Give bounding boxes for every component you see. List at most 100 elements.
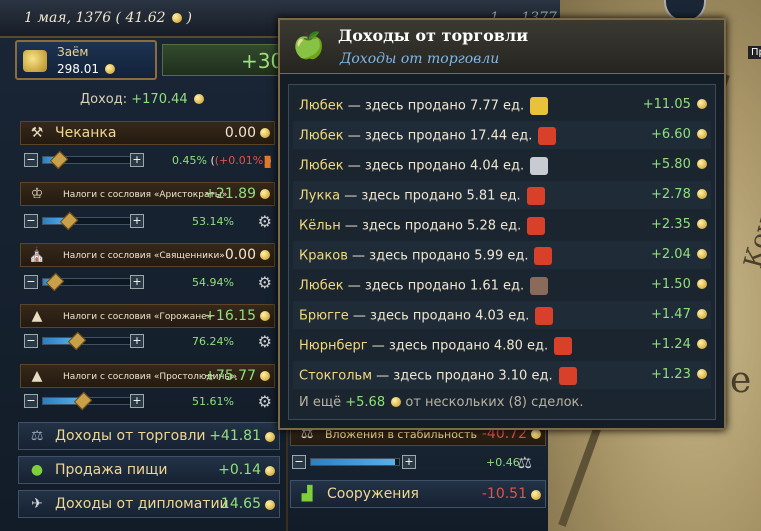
trade-row-text: Стокгольм — здесь продано 3.10 ед. — [299, 367, 577, 385]
loan-box[interactable]: Заём 298.01 — [15, 40, 157, 80]
current-date: 1 мая, 1376 ( 41.62 ) — [24, 10, 192, 26]
trade-sold-text: — здесь продано 1.61 ед. — [343, 278, 525, 294]
increase-button[interactable]: + — [130, 275, 144, 289]
trade-value: +1.23 — [651, 367, 707, 382]
coin-icon — [260, 311, 270, 321]
ring-icon — [534, 247, 553, 265]
tax-burghers-row[interactable]: ▲ Налоги с сословия «Горожане» +16.15 — [20, 304, 275, 328]
decrease-button[interactable]: − — [292, 455, 306, 469]
tax-burghers-pct: 76.24% — [192, 335, 234, 348]
tax-track[interactable] — [42, 211, 142, 231]
tax-aristocrats-slider[interactable]: − + 53.14% ⚙ — [22, 211, 274, 233]
coin-icon — [260, 128, 270, 138]
trade-row: Любек — здесь продано 4.04 ед. +5.80 — [293, 151, 711, 179]
trade-income-row[interactable]: ⚖ Доходы от торговли +41.81 — [18, 422, 280, 450]
coin-icon — [531, 490, 541, 500]
buildings-row[interactable]: ▟ Сооружения -10.51 — [290, 480, 546, 508]
tax-clergy-pct: 54.94% — [192, 276, 234, 289]
expenses-panel: ⚖ Вложения в стабильность -40.72 − + +0.… — [286, 418, 548, 531]
trade-row-text: Брюгге — здесь продано 4.03 ед. — [299, 307, 554, 325]
stability-track[interactable] — [310, 458, 400, 466]
ring-icon — [526, 187, 545, 205]
coin-icon — [697, 189, 707, 199]
slider-knob[interactable] — [73, 391, 93, 411]
gear-icon[interactable]: ⚙ — [258, 212, 272, 231]
tax-peasants-row[interactable]: ▲ Налоги с сословия «Простолюдины» +75.7… — [20, 364, 275, 388]
trade-sold-text: — здесь продано 5.28 ед. — [340, 218, 522, 234]
tooltip-header: 🍏 Доходы от торговли Доходы от торговли — [280, 20, 724, 74]
map-city-label[interactable]: Прага — [748, 46, 761, 59]
slider-knob[interactable] — [67, 331, 87, 351]
trade-city: Стокгольм — [299, 368, 373, 384]
increase-button[interactable]: + — [130, 153, 144, 167]
trade-value: +1.47 — [651, 307, 707, 322]
trade-icon: ⚖ — [30, 428, 44, 444]
trade-sold-text: — здесь продано 5.99 ед. — [347, 248, 529, 264]
diplomacy-label: Доходы от дипломатии — [55, 496, 229, 512]
stability-slider[interactable]: − + +0.46 ⚖ — [290, 452, 542, 474]
tax-clergy-row[interactable]: ⛪ Налоги с сословия «Священники» 0.00 — [20, 243, 275, 267]
tax-track[interactable] — [42, 391, 142, 411]
increase-button[interactable]: + — [130, 214, 144, 228]
silver-icon — [530, 157, 549, 175]
trade-row: Брюгге — здесь продано 4.03 ед. +1.47 — [293, 301, 711, 329]
food-sales-label: Продажа пищи — [55, 462, 168, 478]
scales-icon[interactable]: ⚖ — [518, 453, 532, 472]
trade-income-tooltip: 🍏 Доходы от торговли Доходы от торговли … — [278, 18, 726, 430]
tax-burghers-slider[interactable]: − + 76.24% ⚙ — [22, 331, 274, 353]
trade-row-text: Любек — здесь продано 4.04 ед. — [299, 157, 549, 175]
income-total: Доход: +170.44 — [80, 92, 204, 107]
coin-icon — [697, 309, 707, 319]
diplomacy-row[interactable]: ✈ Доходы от дипломатии 14.65 — [18, 490, 280, 518]
coin-icon — [697, 369, 707, 379]
trade-row: Любек — здесь продано 7.77 ед. +11.05 — [293, 91, 711, 119]
tax-peasants-pct: 51.61% — [192, 395, 234, 408]
decrease-button[interactable]: − — [24, 394, 38, 408]
trade-sold-text: — здесь продано 5.81 ед. — [340, 188, 521, 204]
trade-value: +5.80 — [651, 157, 707, 172]
increase-button[interactable]: + — [130, 334, 144, 348]
increase-button[interactable]: + — [402, 455, 416, 469]
slider-knob[interactable] — [49, 150, 69, 170]
tax-clergy-slider[interactable]: − + 54.94% ⚙ — [22, 272, 274, 294]
buildings-value: -10.51 — [481, 486, 527, 502]
ore-icon — [530, 277, 549, 295]
decrease-button[interactable]: − — [24, 275, 38, 289]
tax-clergy-label: Налоги с сословия «Священники» — [63, 251, 225, 261]
tax-track[interactable] — [42, 272, 142, 292]
trade-row: Любек — здесь продано 17.44 ед. +6.60 — [293, 121, 711, 149]
mint-pct: 0.45% ((+0.01%)) — [172, 154, 272, 167]
slider-knob[interactable] — [59, 211, 79, 231]
decrease-button[interactable]: − — [24, 153, 38, 167]
increase-button[interactable]: + — [130, 394, 144, 408]
trade-city: Кёльн — [299, 218, 341, 234]
coin-icon — [697, 339, 707, 349]
coin-icon — [193, 94, 204, 104]
trade-sold-text: — здесь продано 4.03 ед. — [348, 308, 530, 324]
trade-goods-icon: 🍏 — [292, 31, 326, 61]
trade-row-text: Нюрнберг — здесь продано 4.80 ед. — [299, 337, 573, 355]
coin-icon — [104, 64, 115, 74]
mint-track[interactable] — [42, 150, 142, 170]
trade-city: Любек — [299, 98, 344, 114]
coin-icon — [260, 371, 270, 381]
gear-icon[interactable]: ⚙ — [258, 392, 272, 411]
food-sales-row[interactable]: ● Продажа пищи +0.14 — [18, 456, 280, 484]
trade-income-label: Доходы от торговли — [55, 428, 206, 444]
gear-icon[interactable]: ⚙ — [258, 273, 272, 292]
mint-slider[interactable]: − + 0.45% ((+0.01%)) ▮ — [22, 150, 274, 172]
tax-burghers-label: Налоги с сословия «Горожане» — [63, 312, 213, 322]
mint-row[interactable]: ⚒ Чеканка 0.00 — [20, 121, 275, 145]
mint-value: 0.00 — [224, 125, 256, 141]
tax-aristocrats-row[interactable]: ♔ Налоги с сословия «Аристократы» +21.89 — [20, 182, 275, 206]
slider-knob[interactable] — [45, 272, 65, 292]
trade-value: +6.60 — [651, 127, 707, 142]
tax-track[interactable] — [42, 331, 142, 351]
decrease-button[interactable]: − — [24, 334, 38, 348]
trade-row-text: Любек — здесь продано 17.44 ед. — [299, 127, 557, 145]
gear-icon[interactable]: ⚙ — [258, 332, 272, 351]
chart-icon[interactable]: ▮ — [263, 151, 272, 170]
decrease-button[interactable]: − — [24, 214, 38, 228]
trade-sold-text: — здесь продано 7.77 ед. — [343, 98, 525, 114]
tax-peasants-slider[interactable]: − + 51.61% ⚙ — [22, 391, 274, 413]
